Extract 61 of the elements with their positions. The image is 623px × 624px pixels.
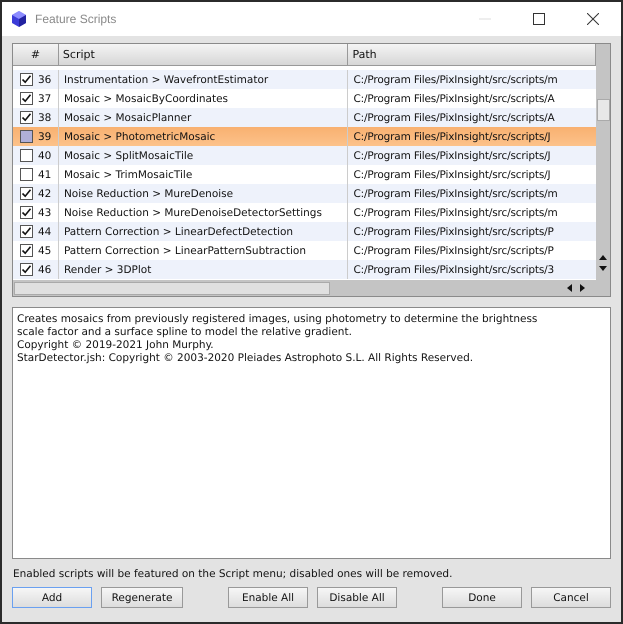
table-cell-text: C:/Program Files/PixInsight/src/scripts/J xyxy=(352,168,552,182)
close-icon[interactable] xyxy=(587,13,599,25)
table-row[interactable]: 40 Mosaic > SplitMosaicTile C:/Program Files/PixInsight/src/scripts/J xyxy=(13,146,596,165)
table-cell-text: C:/Program Files/PixInsight/src/scripts/A xyxy=(352,92,556,106)
column-header[interactable]: # xyxy=(13,44,59,65)
checkbox[interactable] xyxy=(20,244,33,257)
table-cell-text: C:/Program Files/PixInsight/src/scripts/J xyxy=(352,130,552,144)
table-cell-text: C:/Program Files/PixInsight/src/scripts/P xyxy=(352,244,555,258)
checkbox[interactable] xyxy=(20,206,33,219)
table-cell: Render > 3DPlot xyxy=(58,260,348,279)
column-header[interactable]: Script xyxy=(58,44,348,65)
scrollbar-thumb[interactable] xyxy=(14,282,330,295)
row-number: 43 xyxy=(38,206,52,218)
description-text: Creates mosaics from previously registered images, using photometry to determine the brightness scale factor and a surface spline to model the relative gradient. Copyright © 2019-2021 John Murphy. StarDetector.jsh: Copyright © 2003-2020 Pleiades Astrophoto S.L. All Rights Reserved. xyxy=(12,307,611,559)
table-row[interactable]: 38 Mosaic > MosaicPlanner C:/Program Files/PixInsight/src/scripts/A xyxy=(13,108,596,127)
scroll-down-icon[interactable] xyxy=(598,265,608,272)
dialog-button[interactable]: Add xyxy=(12,587,92,608)
scroll-left-icon[interactable] xyxy=(566,283,573,293)
dialog-button[interactable]: Disable All xyxy=(317,587,397,608)
row-number: 42 xyxy=(38,188,52,200)
scrollbar-thumb[interactable] xyxy=(597,99,610,121)
table-row[interactable]: 46 Render > 3DPlot C:/Program Files/PixInsight/src/scripts/3 xyxy=(13,260,596,279)
checkbox[interactable] xyxy=(20,187,33,200)
row-number: 40 xyxy=(38,150,52,162)
row-number: 36 xyxy=(38,74,52,86)
row-number: 39 xyxy=(38,130,52,142)
table-cell-text: C:/Program Files/PixInsight/src/scripts/m xyxy=(352,72,559,88)
dialog-button[interactable]: Done xyxy=(442,587,522,608)
row-number: 44 xyxy=(38,226,52,238)
row-number: 46 xyxy=(38,264,52,276)
cube-icon xyxy=(11,10,27,28)
scroll-right-icon[interactable] xyxy=(579,283,586,293)
checkbox[interactable] xyxy=(20,168,33,181)
table-row[interactable]: 39 Mosaic > PhotometricMosaic C:/Program Files/PixInsight/src/scripts/J xyxy=(13,127,596,146)
table-cell-text: C:/Program Files/PixInsight/src/scripts/J xyxy=(352,148,552,164)
checkbox[interactable] xyxy=(20,149,33,162)
table-row[interactable]: 44 Pattern Correction > LinearDefectDetection C:/Program Files/PixInsight/src/scripts/P xyxy=(13,222,596,241)
checkbox[interactable] xyxy=(20,263,33,276)
window-title: Feature Scripts xyxy=(35,12,116,26)
dialog-button[interactable]: Cancel xyxy=(531,587,611,608)
scroll-up-icon[interactable] xyxy=(598,254,608,261)
row-number: 38 xyxy=(38,112,52,124)
table-cell-text: C:/Program Files/PixInsight/src/scripts/3 xyxy=(352,262,556,278)
dialog-button[interactable]: Enable All xyxy=(228,587,308,608)
dialog-button[interactable]: Regenerate xyxy=(101,587,183,608)
row-number: 37 xyxy=(38,92,52,104)
row-number: 41 xyxy=(38,168,52,180)
checkbox[interactable] xyxy=(20,225,33,238)
hint-text: Enabled scripts will be featured on the Script menu; disabled ones will be removed. xyxy=(12,568,454,580)
table-row[interactable]: 36 Instrumentation > WavefrontEstimator C:/Program Files/PixInsight/src/scripts/m xyxy=(13,70,596,89)
table-row[interactable]: 42 Noise Reduction > MureDenoise C:/Program Files/PixInsight/src/scripts/m xyxy=(13,184,596,203)
table-cell-text: C:/Program Files/PixInsight/src/scripts/A xyxy=(352,110,556,126)
checkbox[interactable] xyxy=(20,92,33,105)
table-cell-text: C:/Program Files/PixInsight/src/scripts/P xyxy=(352,224,555,240)
table-cell-text: C:/Program Files/PixInsight/src/scripts/m xyxy=(352,206,559,220)
checkbox[interactable] xyxy=(20,73,33,86)
checkbox[interactable] xyxy=(20,130,33,143)
maximize-icon[interactable] xyxy=(533,13,545,25)
table-cell-text: C:/Program Files/PixInsight/src/scripts/m xyxy=(352,186,559,202)
row-number: 45 xyxy=(38,244,52,256)
checkbox[interactable] xyxy=(20,111,33,124)
